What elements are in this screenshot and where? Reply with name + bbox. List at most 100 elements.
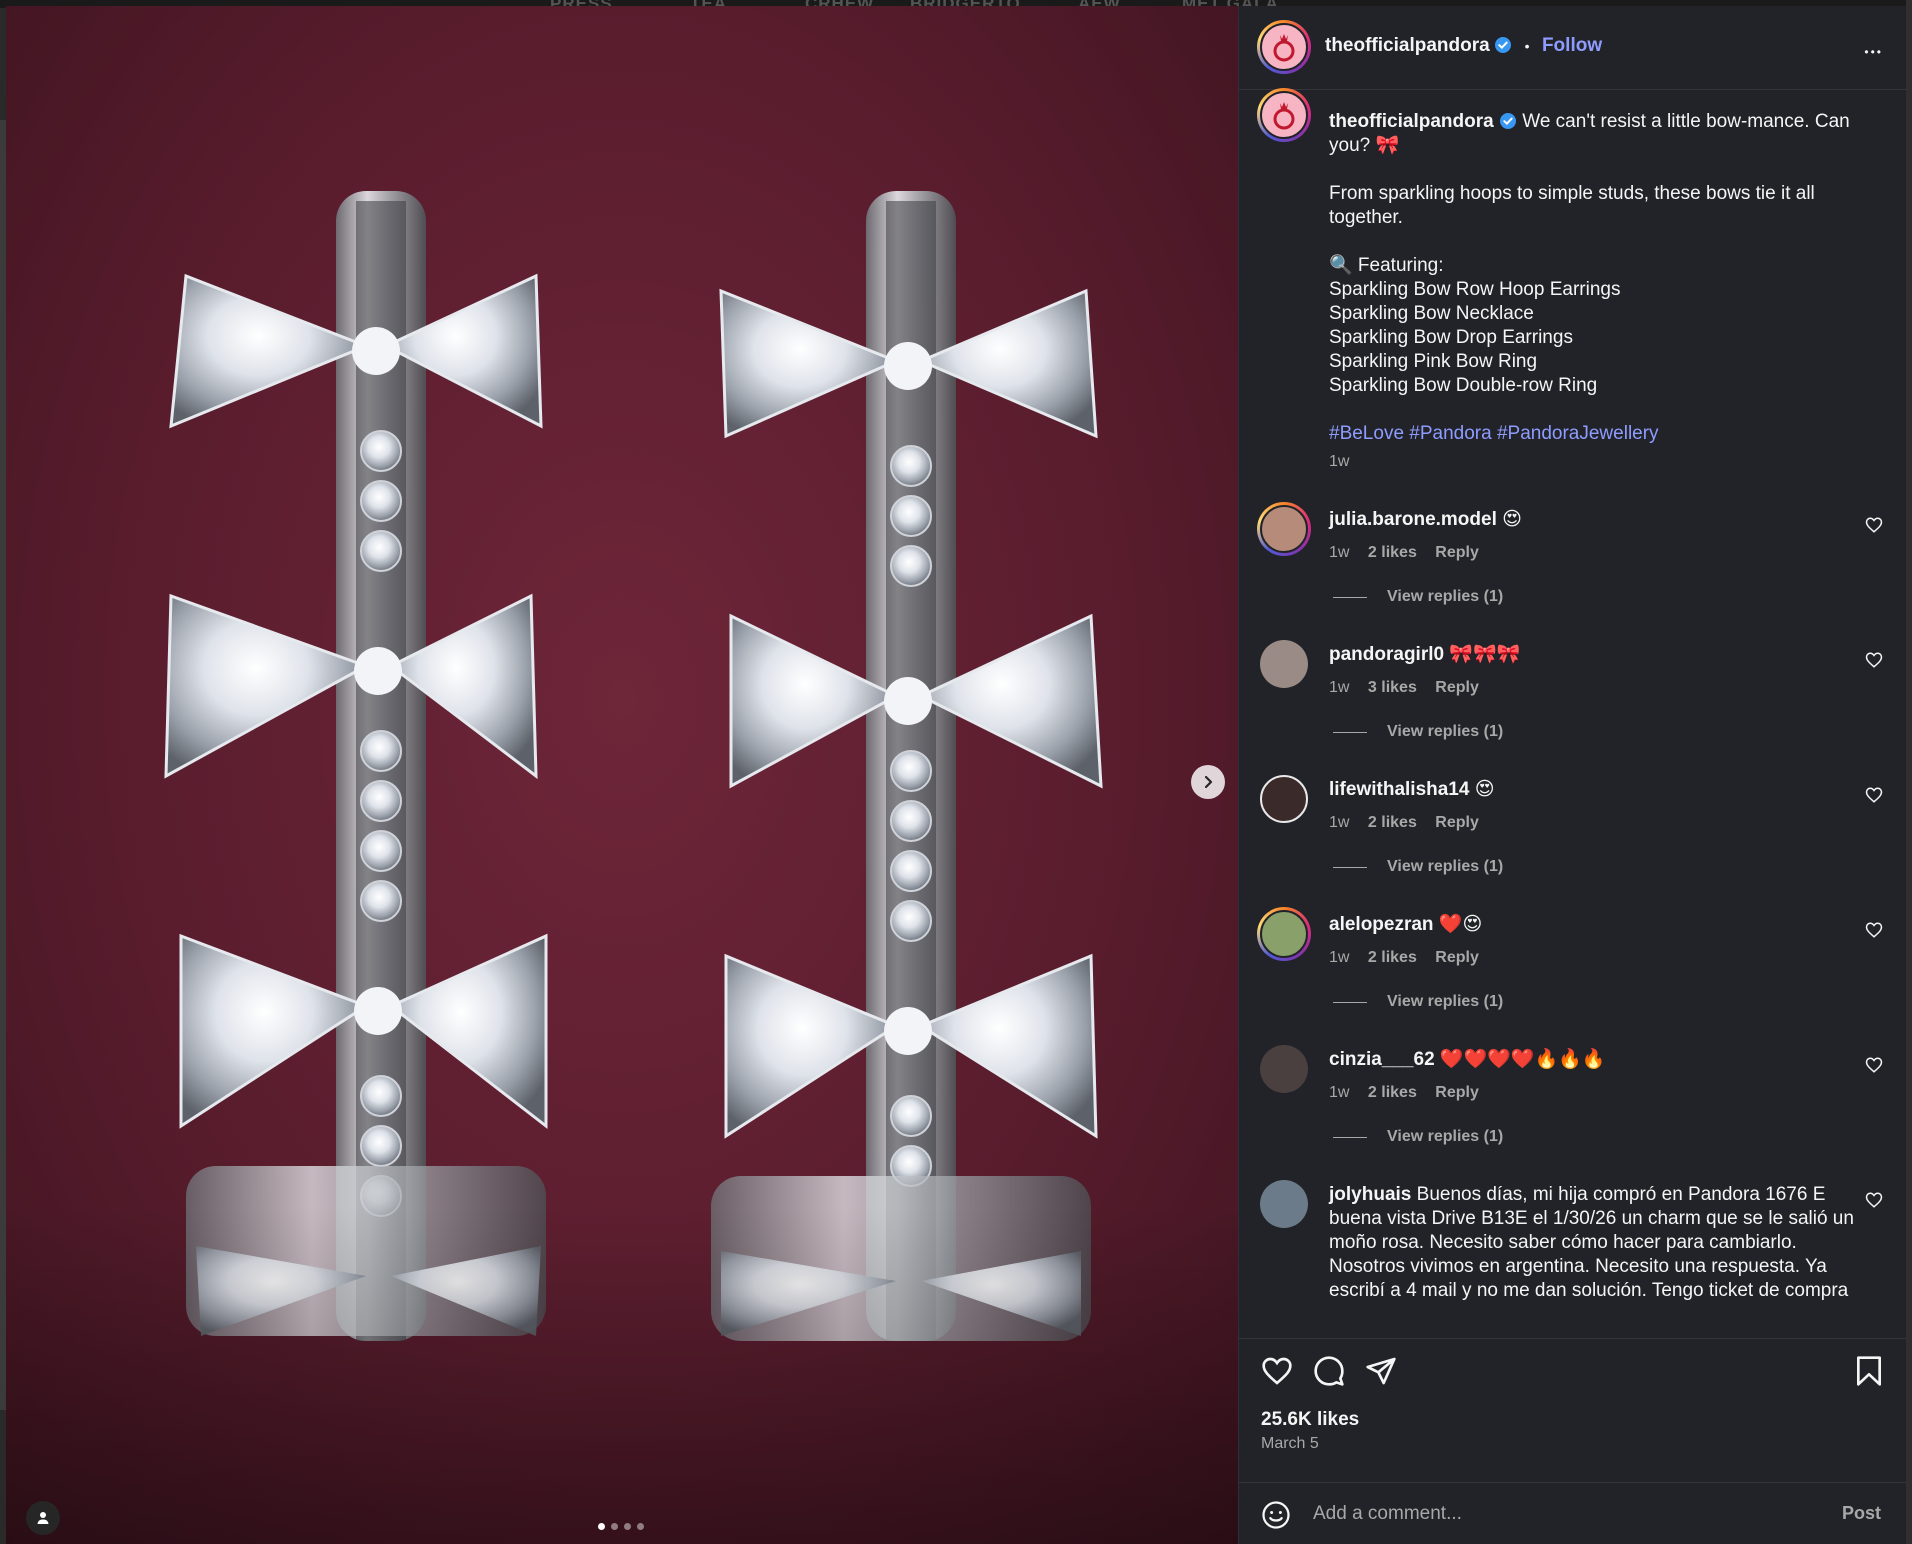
- comment-actions: 1w 2 likes Reply: [1329, 544, 1493, 562]
- comment-body: ❤️❤️❤️❤️🔥🔥🔥: [1439, 1049, 1606, 1070]
- view-replies-button[interactable]: View replies (1): [1333, 858, 1503, 876]
- view-replies-button[interactable]: View replies (1): [1333, 723, 1503, 741]
- view-replies-button[interactable]: View replies (1): [1333, 1128, 1503, 1146]
- featured-item: Sparkling Bow Drop Earrings: [1329, 327, 1573, 348]
- carousel-indicator: [598, 1523, 644, 1530]
- comment-icon[interactable]: [1313, 1355, 1345, 1387]
- commenter-avatar[interactable]: [1260, 1045, 1308, 1093]
- post-header: theofficialpandora • Follow •••: [1239, 6, 1907, 90]
- comment-input[interactable]: [1313, 1499, 1793, 1529]
- carousel-next-button[interactable]: [1191, 765, 1225, 799]
- commenter-avatar-ring[interactable]: [1257, 502, 1311, 556]
- replies-divider: [1333, 596, 1367, 598]
- tagged-users-button[interactable]: [26, 1501, 60, 1535]
- commenter-avatar[interactable]: [1260, 775, 1308, 823]
- like-heart-icon[interactable]: [1261, 1355, 1293, 1387]
- follow-button[interactable]: Follow: [1542, 35, 1602, 56]
- comment-time[interactable]: 1w: [1329, 949, 1349, 966]
- verified-icon: [1495, 37, 1512, 53]
- comment-likes[interactable]: 2 likes: [1368, 544, 1417, 561]
- commenter-username[interactable]: lifewithalisha14: [1329, 779, 1469, 800]
- comment-time[interactable]: 1w: [1329, 544, 1349, 561]
- comment-likes[interactable]: 2 likes: [1368, 814, 1417, 831]
- commenter-username[interactable]: julia.barone.model: [1329, 509, 1497, 530]
- share-icon[interactable]: [1365, 1355, 1397, 1387]
- user-tag-icon: [37, 1512, 49, 1524]
- comment-time[interactable]: 1w: [1329, 814, 1349, 831]
- likes-count[interactable]: 25.6K likes: [1261, 1409, 1359, 1431]
- comment-item: jolyhuais Buenos días, mi hija compró en…: [1239, 1177, 1907, 1327]
- author-username[interactable]: theofficialpandora: [1325, 35, 1490, 56]
- comment-like-heart-icon[interactable]: [1865, 516, 1883, 534]
- commenter-avatar[interactable]: [1260, 1180, 1308, 1228]
- featured-item: Sparkling Bow Double-row Ring: [1329, 375, 1598, 396]
- reply-button[interactable]: Reply: [1435, 679, 1479, 696]
- comment-like-heart-icon[interactable]: [1865, 921, 1883, 939]
- post-media[interactable]: [6, 6, 1238, 1544]
- left-earring: [164, 191, 548, 1341]
- view-replies-button[interactable]: View replies (1): [1333, 993, 1503, 1011]
- caption-timestamp[interactable]: 1w: [1329, 450, 1869, 474]
- pandora-logo-icon: [1273, 102, 1295, 130]
- view-replies-button[interactable]: View replies (1): [1333, 588, 1503, 606]
- commenter-avatar: [1260, 505, 1308, 553]
- caption-username[interactable]: theofficialpandora: [1329, 111, 1494, 132]
- post-comment-button[interactable]: Post: [1842, 1503, 1881, 1524]
- comment-likes[interactable]: 2 likes: [1368, 1084, 1417, 1101]
- post-action-bar: 25.6K likes March 5: [1239, 1338, 1907, 1488]
- comment-item: lifewithalisha14 😍 1w 2 likes Reply View…: [1239, 772, 1907, 902]
- comment-like-heart-icon[interactable]: [1865, 786, 1883, 804]
- commenter-avatar: [1260, 910, 1308, 958]
- bookmark-icon[interactable]: [1853, 1355, 1885, 1387]
- comment-like-heart-icon[interactable]: [1865, 1191, 1883, 1209]
- comment-like-heart-icon[interactable]: [1865, 1056, 1883, 1074]
- commenter-avatar-ring[interactable]: [1257, 907, 1311, 961]
- comment-actions: 1w 2 likes Reply: [1329, 1084, 1493, 1102]
- reply-button[interactable]: Reply: [1435, 544, 1479, 561]
- commenter-username[interactable]: cinzia___62: [1329, 1049, 1435, 1070]
- chevron-right-icon: [1204, 775, 1213, 789]
- commenter-username[interactable]: alelopezran: [1329, 914, 1434, 935]
- commenter-username[interactable]: pandoragirl0: [1329, 644, 1444, 665]
- comment-item: julia.barone.model 😍 1w 2 likes Reply Vi…: [1239, 502, 1907, 632]
- verified-icon: [1499, 113, 1516, 129]
- comment-like-heart-icon[interactable]: [1865, 651, 1883, 669]
- replies-divider: [1333, 1136, 1367, 1138]
- comment-body: ❤️😍: [1438, 914, 1483, 935]
- hashtags-link[interactable]: #BeLove #Pandora #PandoraJewellery: [1329, 422, 1869, 446]
- comment-text: cinzia___62 ❤️❤️❤️❤️🔥🔥🔥: [1329, 1048, 1859, 1072]
- comment-likes[interactable]: 3 likes: [1368, 679, 1417, 696]
- view-replies-label: View replies (1): [1387, 993, 1504, 1010]
- reply-button[interactable]: Reply: [1435, 949, 1479, 966]
- pandora-logo-icon: [1273, 34, 1295, 62]
- carousel-dot: [611, 1523, 618, 1530]
- more-options-button[interactable]: •••: [1864, 36, 1883, 62]
- commenter-username[interactable]: jolyhuais: [1329, 1184, 1411, 1205]
- comment-body: 😍: [1474, 779, 1495, 800]
- comment-time[interactable]: 1w: [1329, 679, 1349, 696]
- comment-text: lifewithalisha14 😍: [1329, 778, 1859, 802]
- replies-divider: [1333, 731, 1367, 733]
- comment-likes[interactable]: 2 likes: [1368, 949, 1417, 966]
- replies-divider: [1333, 1001, 1367, 1003]
- more-icon: •••: [1864, 45, 1883, 59]
- emoji-icon[interactable]: [1261, 1500, 1291, 1530]
- reply-button[interactable]: Reply: [1435, 814, 1479, 831]
- carousel-dot: [598, 1523, 605, 1530]
- comment-item: cinzia___62 ❤️❤️❤️❤️🔥🔥🔥 1w 2 likes Reply…: [1239, 1042, 1907, 1172]
- post-side-panel: theofficialpandora • Follow ••• theoffic…: [1238, 6, 1907, 1544]
- right-earring: [711, 191, 1103, 1341]
- comment-text: jolyhuais Buenos días, mi hija compró en…: [1329, 1183, 1859, 1303]
- commenter-avatar[interactable]: [1260, 640, 1308, 688]
- author-avatar-ring[interactable]: [1257, 20, 1311, 74]
- caption-avatar-ring[interactable]: [1257, 88, 1311, 142]
- comment-actions: 1w 3 likes Reply: [1329, 679, 1493, 697]
- comment-actions: 1w 2 likes Reply: [1329, 949, 1493, 967]
- reply-button[interactable]: Reply: [1435, 1084, 1479, 1101]
- featuring-label: 🔍 Featuring:: [1329, 255, 1444, 276]
- view-replies-label: View replies (1): [1387, 858, 1504, 875]
- comment-time[interactable]: 1w: [1329, 1084, 1349, 1101]
- caption-paragraph: From sparkling hoops to simple studs, th…: [1329, 183, 1815, 228]
- comment-body: 😍: [1502, 509, 1522, 530]
- post-date[interactable]: March 5: [1261, 1435, 1319, 1453]
